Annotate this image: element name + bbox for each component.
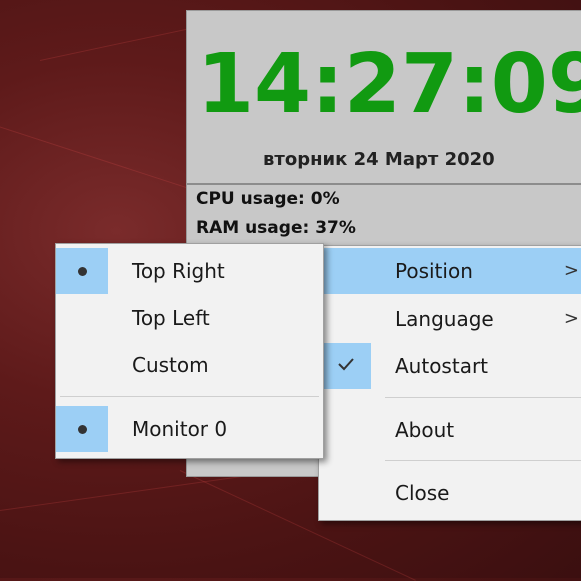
- clock-date: вторник 24 Март 2020: [263, 149, 495, 170]
- clock-time: 14:27:09: [197, 37, 581, 132]
- chevron-right-icon: >: [563, 260, 579, 281]
- radio-dot-icon: [78, 267, 87, 276]
- menu-item-label: Close: [395, 481, 450, 505]
- menu-item-autostart[interactable]: Autostart: [319, 343, 581, 389]
- submenu-item-label: Top Right: [132, 259, 225, 283]
- cpu-usage-label: CPU usage: 0%: [196, 189, 340, 209]
- radio-gutter: [56, 406, 108, 452]
- submenu-item-top-left[interactable]: Top Left: [56, 295, 323, 341]
- radio-dot-icon: [78, 425, 87, 434]
- menu-item-label: About: [395, 418, 455, 442]
- menu-item-about[interactable]: About: [319, 407, 581, 453]
- radio-gutter: [56, 248, 108, 294]
- check-gutter: [319, 343, 371, 389]
- menu-item-label: Position: [395, 259, 473, 283]
- check-icon: [338, 358, 354, 371]
- menu-item-language[interactable]: Language >: [319, 296, 581, 342]
- menu-separator: [385, 460, 581, 461]
- menu-item-label: Autostart: [395, 354, 489, 378]
- clock-divider: [187, 183, 581, 185]
- menu-item-label: Language: [395, 307, 494, 331]
- submenu-item-label: Monitor 0: [132, 417, 228, 441]
- submenu-item-label: Custom: [132, 353, 209, 377]
- menu-item-close[interactable]: Close: [319, 470, 581, 516]
- submenu-item-top-right[interactable]: Top Right: [56, 248, 323, 294]
- submenu-item-custom[interactable]: Custom: [56, 342, 323, 388]
- ram-usage-label: RAM usage: 37%: [196, 218, 356, 238]
- position-submenu: Top Right Top Left Custom Monitor 0: [55, 243, 324, 459]
- menu-separator: [385, 397, 581, 398]
- menu-item-position[interactable]: Position >: [319, 248, 581, 294]
- chevron-right-icon: >: [563, 308, 579, 329]
- menu-separator: [60, 396, 319, 397]
- submenu-item-monitor-0[interactable]: Monitor 0: [56, 406, 323, 452]
- submenu-item-label: Top Left: [132, 306, 210, 330]
- context-menu: Position > Language > Autostart About Cl…: [318, 245, 581, 521]
